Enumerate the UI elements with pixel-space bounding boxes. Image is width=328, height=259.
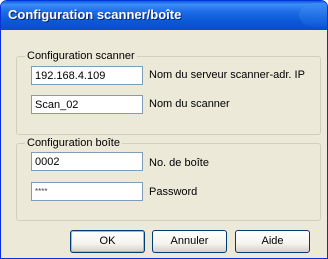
box-config-group: Configuration boîte bbox=[16, 137, 321, 221]
title-bar[interactable]: Configuration scanner/boîte bbox=[1, 1, 327, 30]
scanner-name-input[interactable] bbox=[31, 95, 143, 114]
box-config-legend: Configuration boîte bbox=[27, 137, 120, 149]
scanner-name-label: Nom du scanner bbox=[149, 98, 230, 110]
cancel-button[interactable]: Annuler bbox=[152, 230, 227, 253]
title-bar-edge bbox=[299, 3, 327, 27]
scanner-ip-input[interactable] bbox=[31, 66, 143, 85]
window-title: Configuration scanner/boîte bbox=[8, 7, 182, 22]
box-number-input[interactable] bbox=[31, 152, 143, 171]
dialog-window: Configuration scanner/boîte Configuratio… bbox=[0, 0, 328, 259]
help-button[interactable]: Aide bbox=[235, 230, 310, 253]
box-number-label: No. de boîte bbox=[149, 157, 209, 169]
scanner-config-group: Configuration scanner bbox=[16, 50, 321, 135]
password-mask: **** bbox=[35, 187, 48, 196]
ok-button[interactable]: OK bbox=[70, 230, 145, 253]
password-label: Password bbox=[149, 186, 198, 198]
password-input[interactable]: **** bbox=[31, 182, 143, 201]
scanner-config-legend: Configuration scanner bbox=[27, 50, 135, 62]
dialog-body: Configuration scanner Nom du serveur sca… bbox=[4, 30, 324, 255]
scanner-ip-label: Nom du serveur scanner-adr. IP bbox=[149, 69, 305, 81]
